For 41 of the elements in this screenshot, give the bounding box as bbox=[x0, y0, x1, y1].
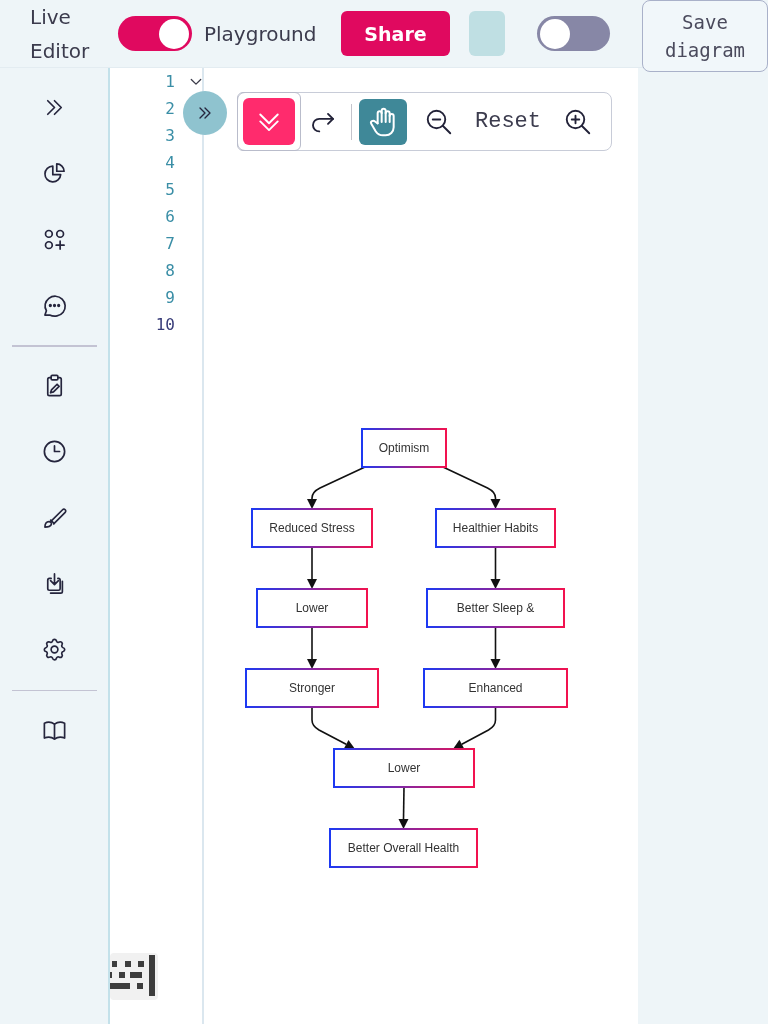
arrow-connector bbox=[442, 466, 501, 509]
keyboard-icon[interactable] bbox=[110, 953, 158, 1000]
flowchart-node: Enhanced bbox=[423, 668, 568, 708]
arrow-connector bbox=[307, 466, 366, 509]
line-number: 3 bbox=[164, 126, 175, 145]
arrow-connector bbox=[453, 706, 497, 749]
line-number: 8 bbox=[164, 261, 175, 280]
line-number: 1 bbox=[164, 72, 175, 91]
pan-button[interactable] bbox=[359, 98, 407, 145]
line-number: 9 bbox=[164, 288, 175, 307]
flowchart-node: Lower bbox=[256, 588, 368, 628]
app-title: Live Editor bbox=[30, 3, 91, 65]
arrow-connector bbox=[307, 546, 317, 589]
arrow-connector bbox=[490, 626, 501, 669]
expand-button[interactable] bbox=[183, 91, 227, 135]
reset-button[interactable]: Reset bbox=[475, 109, 541, 134]
theme-toggle[interactable] bbox=[537, 16, 610, 51]
arrow-connector bbox=[490, 546, 501, 589]
mode-label: Playground bbox=[204, 21, 318, 46]
flowchart-node: Optimism bbox=[361, 428, 447, 468]
line-number: 10 bbox=[154, 315, 175, 334]
chevron-down-icon[interactable] bbox=[190, 77, 202, 86]
share-button[interactable]: Share bbox=[341, 11, 450, 56]
settings-icon[interactable] bbox=[40, 636, 68, 663]
collapse-button[interactable] bbox=[236, 92, 301, 151]
mode-toggle[interactable] bbox=[118, 16, 192, 51]
arrow-connector bbox=[311, 706, 355, 749]
line-number: 7 bbox=[164, 234, 175, 253]
arrow-connector bbox=[307, 626, 317, 669]
flowchart-node: Reduced Stress bbox=[251, 508, 373, 548]
line-number: 6 bbox=[164, 207, 175, 226]
flowchart-node: Better Overall Health bbox=[329, 828, 478, 868]
arrow-connector bbox=[398, 786, 409, 829]
flowchart-node: Lower bbox=[333, 748, 475, 788]
flowchart-node: Stronger bbox=[245, 668, 379, 708]
line-number: 4 bbox=[164, 153, 175, 172]
flowchart-node: Better Sleep & bbox=[426, 588, 565, 628]
line-number: 5 bbox=[164, 180, 175, 199]
flowchart-node: Healthier Habits bbox=[435, 508, 556, 548]
save-diagram-button[interactable]: Save diagram bbox=[642, 0, 768, 72]
line-number: 2 bbox=[164, 99, 175, 118]
